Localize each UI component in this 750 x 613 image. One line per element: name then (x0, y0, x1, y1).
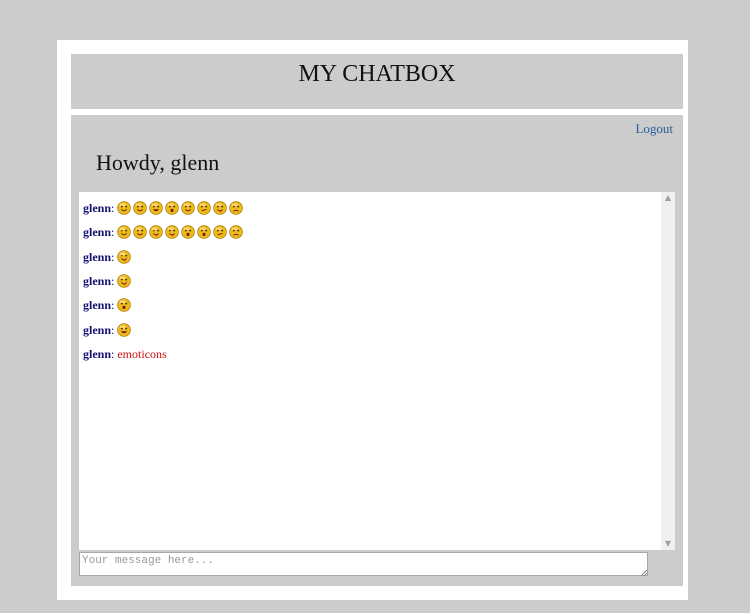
scroll-down-arrow-icon[interactable]: ▼ (663, 539, 673, 549)
message-username: glenn (83, 298, 112, 313)
message-separator: : (111, 274, 115, 289)
happy-emoticon-icon (133, 201, 148, 215)
chat-message: glenn: (83, 196, 657, 220)
chat-message: glenn: (83, 245, 657, 269)
message-username: glenn (83, 346, 112, 361)
message-text: emoticons (117, 346, 167, 361)
surprised-tongue-emoticon-icon (117, 298, 132, 313)
shocked-emoticon-icon (197, 225, 211, 240)
message-separator: : (111, 346, 115, 361)
tongue-out-emoticon-icon (165, 225, 179, 240)
sad-emoticon-icon (228, 201, 243, 215)
surprised-emoticon-icon (165, 201, 179, 215)
message-username: glenn (83, 322, 112, 337)
chat-message: glenn: (83, 293, 657, 317)
scroll-up-arrow-icon[interactable]: ▲ (663, 193, 673, 203)
chat-message: glenn: (83, 317, 657, 341)
happy-emoticon-icon (133, 225, 148, 240)
message-separator: : (111, 201, 115, 216)
message-list: glenn: glenn: glenn: glenn: glenn: glenn: glen… (83, 196, 657, 366)
message-username: glenn (83, 249, 112, 264)
smile-emoticon-icon (117, 201, 132, 215)
angry-emoticon-icon (228, 225, 243, 240)
chat-panel: Logout Howdy, glenn glenn: glenn: glenn: gl… (71, 115, 683, 586)
blush-emoticon-icon (181, 201, 195, 215)
message-separator: : (111, 249, 115, 264)
message-username: glenn (83, 274, 112, 289)
chatbox-container: MY CHATBOX Logout Howdy, glenn glenn: gle… (57, 40, 688, 600)
message-input[interactable] (79, 552, 648, 576)
big-smile-emoticon-icon (117, 322, 132, 337)
greeting-heading: Howdy, glenn (96, 150, 220, 175)
chat-message: glenn: (83, 220, 657, 244)
message-separator: : (111, 322, 115, 337)
surprised-emoticon-icon (181, 225, 195, 240)
tongue-emoticon-icon (212, 201, 227, 215)
confused-emoticon-icon (212, 225, 227, 240)
chat-log[interactable]: glenn: glenn: glenn: glenn: glenn: glenn: glen… (79, 192, 675, 550)
tongue-out-emoticon-icon (117, 274, 132, 288)
chat-message: glenn: (83, 269, 657, 293)
message-separator: : (111, 298, 115, 313)
grin-emoticon-icon (149, 201, 163, 215)
logout-link[interactable]: Logout (635, 121, 673, 137)
chatbox-header: MY CHATBOX (71, 54, 683, 109)
wink-emoticon-icon (117, 225, 132, 240)
chat-message: glenn: emoticons (83, 342, 657, 366)
smirk-emoticon-icon (197, 201, 211, 215)
message-username: glenn (83, 225, 112, 240)
chat-log-scrollbar[interactable]: ▲ ▼ (661, 192, 675, 550)
wink-tongue-emoticon-icon (117, 249, 132, 264)
wink-tongue-emoticon-icon (149, 225, 163, 240)
message-separator: : (111, 225, 115, 240)
page-title: MY CHATBOX (298, 61, 456, 87)
message-username: glenn (83, 201, 112, 216)
